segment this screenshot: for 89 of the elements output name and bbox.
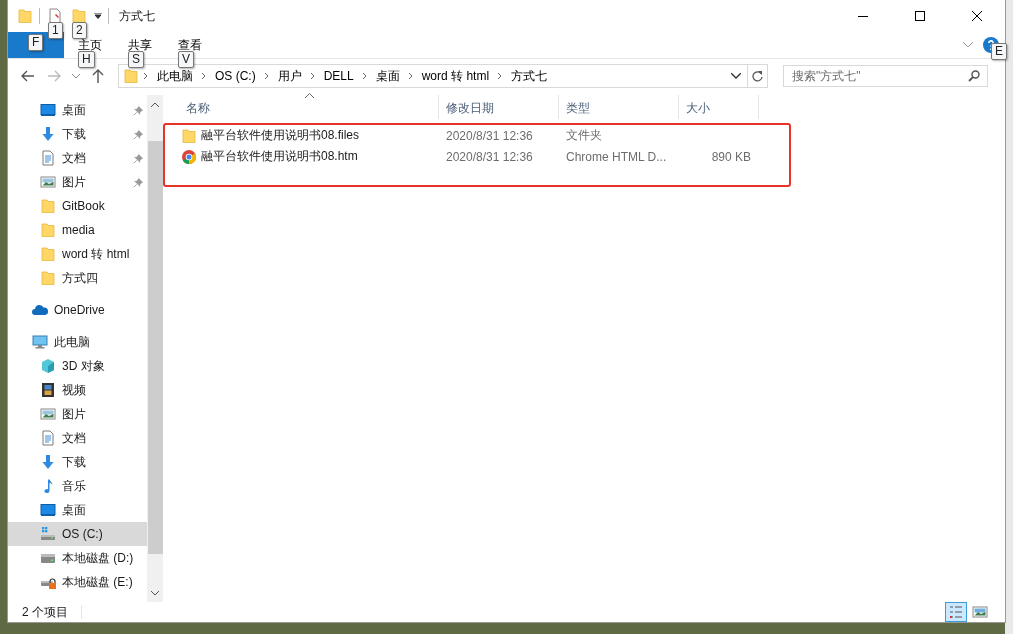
pin-icon[interactable] — [133, 129, 144, 140]
sidebar-item[interactable]: 桌面 — [8, 498, 147, 522]
sidebar-item[interactable]: GitBook — [8, 194, 147, 218]
breadcrumb[interactable]: 用户 — [273, 67, 306, 85]
search-field[interactable]: 搜索"方式七" — [783, 65, 988, 87]
breadcrumb[interactable]: OS (C:) — [211, 69, 260, 83]
refresh-icon[interactable] — [752, 70, 763, 82]
sidebar-item[interactable]: 本地磁盘 (D:) — [8, 546, 147, 570]
monitor-icon — [40, 102, 56, 118]
keytip-tooltip: F — [28, 34, 44, 51]
keytip-tooltip: V — [178, 51, 194, 68]
column-header[interactable]: 修改日期 — [439, 95, 559, 119]
down-arrow-icon — [40, 126, 56, 142]
drive-icon — [40, 526, 56, 542]
file-name[interactable]: 融平台软件使用说明书08.files — [201, 127, 360, 144]
folder-icon — [123, 68, 139, 84]
minimize-icon — [857, 15, 868, 17]
sidebar-item[interactable]: 图片 — [8, 402, 147, 426]
table-cell-text: 文件夹 — [565, 127, 603, 144]
address-bar[interactable]: 此电脑 OS (C:) 用户 DELL 桌面 word 转 html 方式七 — [118, 64, 768, 88]
column-header[interactable]: 类型 — [559, 95, 679, 119]
sidebar-item[interactable]: 下载 — [8, 450, 147, 474]
sort-up-icon — [305, 93, 314, 98]
chevron-down-icon[interactable] — [731, 73, 741, 79]
sidebar-item[interactable]: 文档 — [8, 426, 147, 450]
scroll-up-icon[interactable] — [151, 101, 159, 107]
dropdown-icon[interactable] — [94, 13, 102, 19]
item-count: 2 个项目 — [22, 603, 68, 621]
chevron-down-icon — [72, 73, 80, 79]
sidebar-item[interactable]: OneDrive — [8, 298, 147, 322]
sidebar-item[interactable]: 图片 — [8, 170, 147, 194]
folder-icon — [40, 246, 56, 262]
monitor-icon — [40, 502, 56, 518]
sidebar-item[interactable]: 桌面 — [8, 98, 147, 122]
scrollbar[interactable] — [147, 95, 163, 602]
table-cell-text: Chrome HTML D... — [565, 149, 668, 164]
sidebar-item[interactable]: 方式四 — [8, 266, 147, 290]
search-icon[interactable] — [968, 70, 980, 82]
table-cell-text: 2020/8/31 12:36 — [445, 149, 534, 164]
sidebar-item[interactable]: 下载 — [8, 122, 147, 146]
down-arrow-icon — [40, 454, 56, 470]
breadcrumb[interactable]: word 转 html — [417, 67, 494, 85]
folder-icon — [181, 127, 197, 144]
column-header[interactable]: 名称 — [179, 95, 439, 119]
sidebar-item[interactable]: OS (C:) — [8, 522, 147, 546]
keytip-tooltip: E — [991, 43, 1007, 60]
film-icon — [40, 382, 56, 398]
details-view-icon — [948, 604, 964, 620]
pin-icon[interactable] — [133, 153, 144, 164]
picture-icon — [40, 174, 56, 190]
sidebar-item[interactable]: 此电脑 — [8, 330, 147, 354]
pin-icon[interactable] — [133, 105, 144, 116]
keytip-tooltip: H — [78, 51, 95, 68]
document-icon — [40, 150, 56, 166]
breadcrumb[interactable]: 此电脑 — [153, 67, 197, 85]
breadcrumb[interactable]: 方式七 — [507, 67, 552, 85]
sidebar-item[interactable]: 视频 — [8, 378, 147, 402]
breadcrumb[interactable]: DELL — [319, 69, 358, 83]
computer-icon — [32, 334, 48, 350]
sidebar-item[interactable]: 本地磁盘 (E:) — [8, 570, 147, 594]
pin-icon[interactable] — [133, 177, 144, 188]
folder-icon — [40, 198, 56, 214]
sidebar-item[interactable]: 文档 — [8, 146, 147, 170]
column-header[interactable]: 大小 — [679, 95, 759, 119]
cloud-icon — [32, 302, 48, 318]
folder-icon — [17, 8, 33, 24]
close-icon — [971, 11, 982, 21]
folder-icon — [40, 222, 56, 238]
sidebar-item[interactable]: 音乐 — [8, 474, 147, 498]
document-icon — [40, 430, 56, 446]
maximize-icon — [914, 11, 925, 21]
keytip-tooltip: 1 — [48, 22, 63, 39]
sidebar-item[interactable]: 3D 对象 — [8, 354, 147, 378]
table-cell-text: 890 KB — [710, 149, 752, 164]
page-icon — [47, 8, 63, 24]
scroll-down-icon[interactable] — [151, 590, 159, 596]
keytip-tooltip: S — [128, 51, 144, 68]
picture-icon — [40, 406, 56, 422]
sidebar-item[interactable]: word 转 html — [8, 242, 147, 266]
folder-icon — [40, 270, 56, 286]
window-title: 方式七 — [119, 7, 155, 25]
cube-icon — [40, 358, 56, 374]
keytip-tooltip: 2 — [72, 22, 87, 39]
table-cell-text: 2020/8/31 12:36 — [445, 128, 534, 143]
sidebar-item[interactable]: media — [8, 218, 147, 242]
file-name[interactable]: 融平台软件使用说明书08.htm — [201, 148, 358, 165]
chrome-icon — [181, 148, 197, 165]
folder-icon — [71, 8, 87, 24]
breadcrumb[interactable]: 桌面 — [371, 67, 404, 85]
